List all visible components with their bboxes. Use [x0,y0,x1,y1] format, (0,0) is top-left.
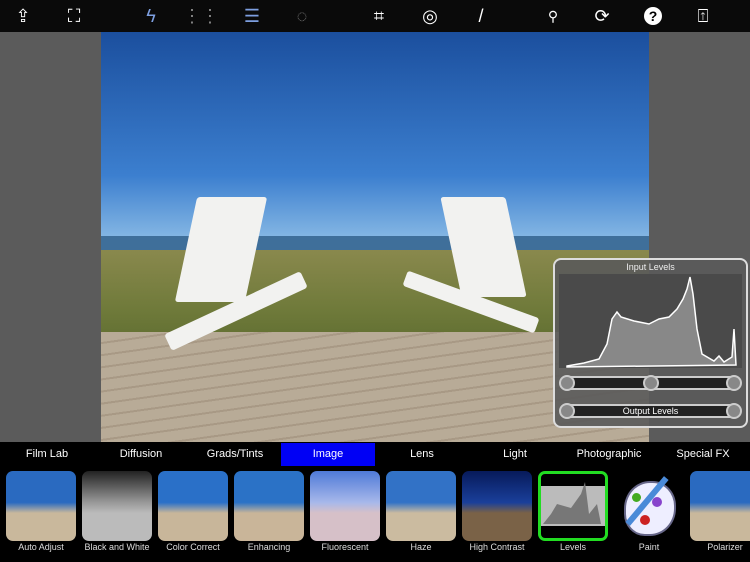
output-levels-label: Output Levels [622,406,679,416]
filter-thumbnail [158,471,228,541]
filter-label: High Contrast [469,542,525,552]
quick-effects-icon[interactable]: ϟ [138,4,164,28]
input-levels-slider[interactable] [559,375,742,391]
filter-thumbnail [462,471,532,541]
output-black-knob[interactable] [559,403,575,419]
levels-panel: Input Levels Output Levels [553,258,748,428]
filter-label: Black and White [84,542,150,552]
tab-grads-tints[interactable]: Grads/Tints [188,443,282,466]
output-white-knob[interactable] [726,403,742,419]
filter-label: Polarizer [707,542,743,552]
filter-label: Enhancing [247,542,291,552]
tab-light[interactable]: Light [468,443,562,466]
filter-thumbnail [690,471,750,541]
filter-thumbnail [614,471,684,541]
histogram-thumbnail-icon [541,482,605,526]
filter-thumbnail [234,471,304,541]
adjust-sliders-icon[interactable]: ☰ [239,4,265,28]
tab-diffusion[interactable]: Diffusion [94,443,188,466]
tab-lens[interactable]: Lens [375,443,469,466]
tab-image[interactable]: Image [281,443,375,466]
filter-high-contrast[interactable]: High Contrast [462,471,532,555]
filter-fluorescent[interactable]: Fluorescent [310,471,380,555]
output-levels-slider[interactable]: Output Levels [559,403,742,419]
filter-label: Auto Adjust [18,542,64,552]
filter-label: Paint [638,542,660,552]
selection-icon[interactable]: ◌ [289,4,315,28]
rotate-icon[interactable]: ◎ [417,4,443,28]
filter-thumbnail [82,471,152,541]
share-icon[interactable]: ⍐ [690,4,716,28]
filter-haze[interactable]: Haze [386,471,456,555]
filter-thumbnail [6,471,76,541]
brush-icon[interactable]: / [468,4,494,28]
filter-thumbnail [538,471,608,541]
toolbar: ⇪ ⛶ ϟ ⋮⋮ ☰ ◌ ⌗ ◎ / ⚲ ⟳ ? ⍐ [0,0,750,32]
search-icon[interactable]: ⚲ [540,4,566,28]
filter-paint[interactable]: Paint [614,471,684,555]
category-tabs: Film Lab Diffusion Grads/Tints Image Len… [0,443,750,466]
filter-label: Levels [559,542,586,552]
filter-polarizer[interactable]: Polarizer [690,471,750,555]
filter-label: Haze [410,542,432,552]
filter-label: Fluorescent [321,542,369,552]
paint-palette-icon [624,481,676,536]
tab-photographic[interactable]: Photographic [562,443,656,466]
filter-levels[interactable]: Levels [538,471,608,555]
filter-color-correct[interactable]: Color Correct [158,471,228,555]
histogram [559,274,742,368]
ocean [101,236,649,250]
filter-thumbnail [386,471,456,541]
filter-label: Color Correct [166,542,220,552]
grid-icon[interactable]: ⋮⋮ [183,4,219,28]
tab-film-lab[interactable]: Film Lab [0,443,94,466]
filter-auto-adjust[interactable]: Auto Adjust [6,471,76,555]
filter-black-and-white[interactable]: Black and White [82,471,152,555]
tab-special-fx[interactable]: Special FX [656,443,750,466]
fit-screen-icon[interactable]: ⛶ [61,4,87,28]
input-gamma-knob[interactable] [643,375,659,391]
import-icon[interactable]: ⇪ [10,4,36,28]
filter-enhancing[interactable]: Enhancing [234,471,304,555]
help-icon[interactable]: ? [640,4,666,28]
input-levels-title: Input Levels [626,262,675,272]
crop-icon[interactable]: ⌗ [366,4,392,28]
input-white-knob[interactable] [726,375,742,391]
filter-thumbnail [310,471,380,541]
refresh-icon[interactable]: ⟳ [589,4,615,28]
input-black-knob[interactable] [559,375,575,391]
